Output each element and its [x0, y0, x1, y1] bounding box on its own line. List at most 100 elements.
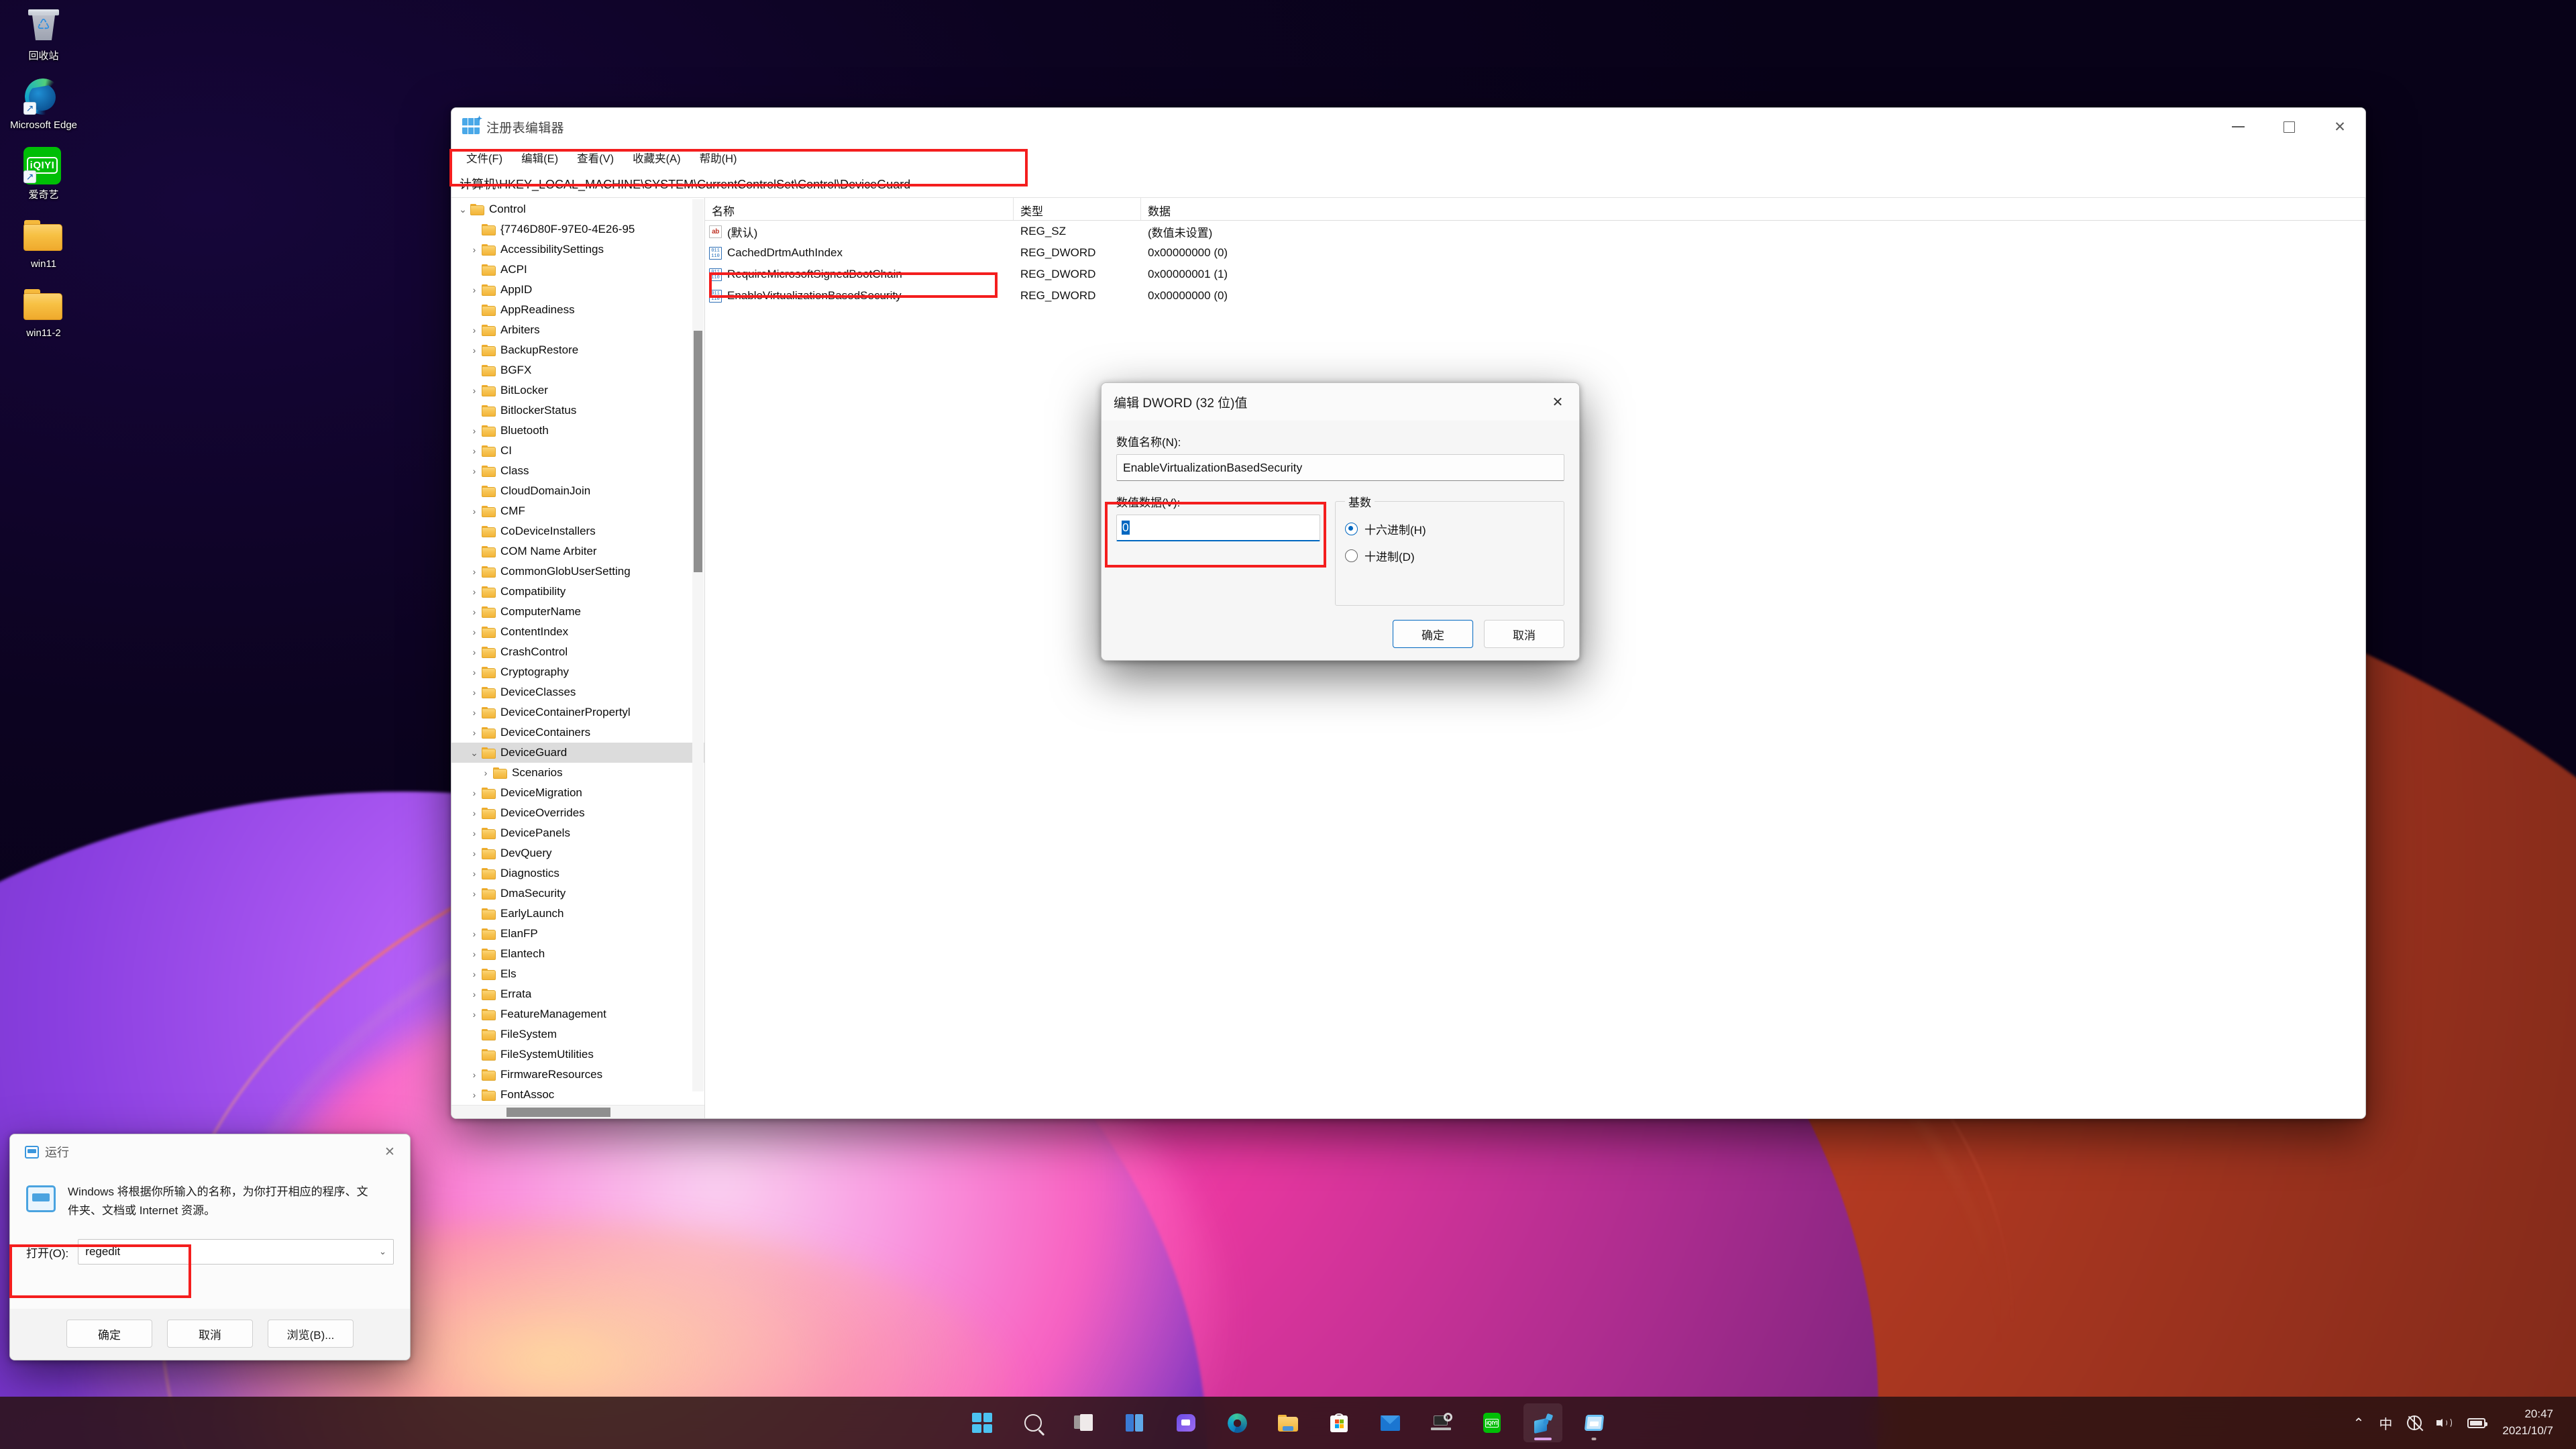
chevron-right-icon[interactable]: ›: [467, 445, 482, 456]
tree-node[interactable]: › BitLocker: [451, 380, 704, 400]
desktop-icon-win11-2[interactable]: win11-2: [4, 281, 83, 342]
maximize-button[interactable]: [2263, 108, 2314, 146]
tree-node[interactable]: › Diagnostics: [451, 863, 704, 883]
run-open-combobox[interactable]: regedit ⌄: [78, 1239, 394, 1265]
tree-node[interactable]: COM Name Arbiter: [451, 541, 704, 561]
chevron-right-icon[interactable]: ›: [467, 345, 482, 356]
chevron-right-icon[interactable]: ›: [467, 888, 482, 899]
desktop-icon-win11[interactable]: win11: [4, 212, 83, 273]
tree-node[interactable]: › CrashControl: [451, 642, 704, 662]
chevron-right-icon[interactable]: ›: [467, 466, 482, 476]
chevron-right-icon[interactable]: ›: [478, 767, 493, 778]
tree-node[interactable]: › AppID: [451, 280, 704, 300]
chevron-right-icon[interactable]: ›: [467, 627, 482, 637]
address-bar[interactable]: 计算机\HKEY_LOCAL_MACHINE\SYSTEM\CurrentCon…: [451, 170, 2365, 198]
tree-node[interactable]: › Bluetooth: [451, 421, 704, 441]
table-row[interactable]: ab (默认) REG_SZ (数值未设置): [705, 221, 2365, 242]
tree-node[interactable]: › DeviceClasses: [451, 682, 704, 702]
tree-node[interactable]: › ElanFP: [451, 924, 704, 944]
tree-node[interactable]: › Scenarios: [451, 763, 704, 783]
tray-ime-indicator[interactable]: 中: [2371, 1403, 2400, 1442]
chevron-right-icon[interactable]: ›: [467, 244, 482, 255]
tree-node-selected[interactable]: ⌄ DeviceGuard: [451, 743, 704, 763]
taskbar-registry-editor-icon[interactable]: [1523, 1403, 1562, 1442]
value-name-input[interactable]: EnableVirtualizationBasedSecurity: [1116, 454, 1564, 481]
table-row[interactable]: RequireMicrosoftSignedBootChain REG_DWORD…: [705, 264, 2365, 285]
chevron-down-icon[interactable]: ⌄: [467, 747, 482, 759]
tree-node[interactable]: › DeviceOverrides: [451, 803, 704, 823]
chevron-right-icon[interactable]: ›: [467, 788, 482, 798]
cancel-button[interactable]: 取消: [1484, 620, 1564, 648]
run-ok-button[interactable]: 确定: [66, 1320, 152, 1348]
chevron-right-icon[interactable]: ›: [467, 949, 482, 959]
network-disconnected-icon[interactable]: [2400, 1403, 2429, 1442]
taskbar-file-explorer-icon[interactable]: [1269, 1403, 1307, 1442]
tree-vertical-scrollbar-thumb[interactable]: [694, 331, 702, 572]
tree-node[interactable]: › Arbiters: [451, 320, 704, 340]
tree-node[interactable]: › CI: [451, 441, 704, 461]
tree-node[interactable]: › DeviceContainerPropertyl: [451, 702, 704, 722]
tree-node[interactable]: FileSystem: [451, 1024, 704, 1044]
dialog-close-button[interactable]: ✕: [1536, 383, 1579, 421]
tree-node[interactable]: › BackupRestore: [451, 340, 704, 360]
chevron-right-icon[interactable]: ›: [467, 928, 482, 939]
tree-node[interactable]: {7746D80F-97E0-4E26-95: [451, 219, 704, 239]
chevron-right-icon[interactable]: ›: [467, 1089, 482, 1100]
taskbar-task-view-icon[interactable]: [1065, 1403, 1104, 1442]
chevron-right-icon[interactable]: ›: [467, 667, 482, 678]
tree-node[interactable]: › CommonGlobUserSetting: [451, 561, 704, 582]
chevron-right-icon[interactable]: ›: [467, 506, 482, 517]
taskbar-device-manager-icon[interactable]: [1421, 1403, 1460, 1442]
tree-horizontal-scrollbar[interactable]: [451, 1105, 704, 1118]
menu-item-3[interactable]: 收藏夹(A): [625, 147, 689, 168]
table-row-selected[interactable]: EnableVirtualizationBasedSecurity REG_DWO…: [705, 285, 2365, 307]
tree-node[interactable]: › ContentIndex: [451, 622, 704, 642]
desktop-icon-microsoft-edge[interactable]: ↗ Microsoft Edge: [4, 73, 83, 134]
radio-hexadecimal[interactable]: 十六进制(H): [1345, 515, 1554, 542]
tree-node[interactable]: › Class: [451, 461, 704, 481]
value-data-input[interactable]: 0: [1116, 515, 1320, 541]
menu-item-1[interactable]: 编辑(E): [513, 147, 566, 168]
chevron-down-icon[interactable]: ⌄: [379, 1246, 386, 1257]
tree-node[interactable]: › FontAssoc: [451, 1085, 704, 1105]
tree-node[interactable]: › DevQuery: [451, 843, 704, 863]
taskbar-run-dialog-icon[interactable]: [1574, 1403, 1613, 1442]
chevron-down-icon[interactable]: ⌄: [455, 204, 470, 215]
tree-node[interactable]: FileSystemUtilities: [451, 1044, 704, 1065]
registry-editor-titlebar[interactable]: 注册表编辑器 ✕: [451, 108, 2365, 146]
ok-button[interactable]: 确定: [1393, 620, 1473, 648]
tree-node[interactable]: › DevicePanels: [451, 823, 704, 843]
desktop-icon-recycle-bin[interactable]: ♺ 回收站: [4, 4, 83, 65]
desktop-icon-iqiyi[interactable]: iQIYI ↗ 爱奇艺: [4, 143, 83, 204]
tree-node[interactable]: CoDeviceInstallers: [451, 521, 704, 541]
menu-item-0[interactable]: 文件(F): [458, 147, 511, 168]
tree-node[interactable]: › FirmwareResources: [451, 1065, 704, 1085]
chevron-right-icon[interactable]: ›: [467, 1069, 482, 1080]
tree-node[interactable]: ACPI: [451, 260, 704, 280]
radio-decimal[interactable]: 十进制(D): [1345, 542, 1554, 569]
chevron-right-icon[interactable]: ›: [467, 808, 482, 818]
chevron-right-icon[interactable]: ›: [467, 325, 482, 335]
tray-chevron-up-icon[interactable]: ⌃: [2346, 1403, 2372, 1442]
chevron-right-icon[interactable]: ›: [467, 425, 482, 436]
tree-node[interactable]: EarlyLaunch: [451, 904, 704, 924]
chevron-right-icon[interactable]: ›: [467, 284, 482, 295]
edit-dword-dialog-titlebar[interactable]: 编辑 DWORD (32 位)值 ✕: [1102, 383, 1579, 421]
taskbar-widgets-icon[interactable]: [1116, 1403, 1155, 1442]
column-header-type[interactable]: 类型: [1014, 198, 1141, 220]
clock[interactable]: 20:47 2021/10/7: [2493, 1403, 2563, 1442]
tree-node[interactable]: › ComputerName: [451, 602, 704, 622]
tree-node[interactable]: › FeatureManagement: [451, 1004, 704, 1024]
column-header-data[interactable]: 数据: [1141, 198, 2365, 220]
taskbar-start-icon[interactable]: [963, 1403, 1002, 1442]
chevron-right-icon[interactable]: ›: [467, 868, 482, 879]
tree-node[interactable]: › DeviceMigration: [451, 783, 704, 803]
tree-node[interactable]: ⌄ Control: [451, 199, 704, 219]
chevron-right-icon[interactable]: ›: [467, 606, 482, 617]
tree-node[interactable]: › DeviceContainers: [451, 722, 704, 743]
close-button[interactable]: ✕: [2314, 108, 2365, 146]
taskbar-microsoft-store-icon[interactable]: [1320, 1403, 1358, 1442]
tree-node[interactable]: CloudDomainJoin: [451, 481, 704, 501]
menu-item-4[interactable]: 帮助(H): [692, 147, 745, 168]
chevron-right-icon[interactable]: ›: [467, 687, 482, 698]
